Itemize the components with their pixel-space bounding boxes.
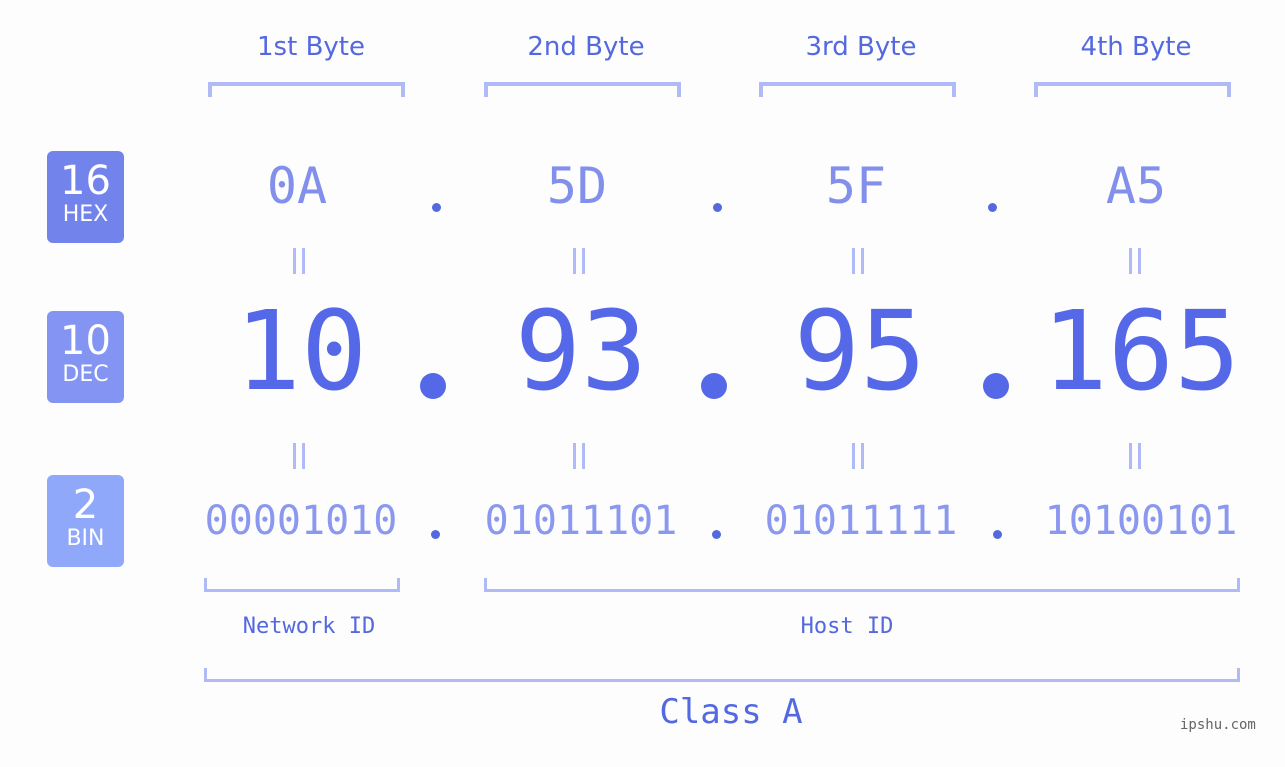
bin-badge: 2 BIN bbox=[47, 475, 124, 567]
class-bracket bbox=[204, 668, 1240, 682]
equals-icon bbox=[849, 443, 865, 469]
equals-icon bbox=[1126, 248, 1142, 274]
bin-base: 2 bbox=[72, 482, 99, 528]
network-id-bracket bbox=[204, 578, 400, 592]
dec-separator-dot bbox=[701, 373, 727, 399]
watermark: ipshu.com bbox=[1180, 717, 1256, 733]
hex-octet-2: 5D bbox=[546, 157, 608, 215]
hex-separator-dot bbox=[432, 203, 441, 212]
hex-badge: 16 HEX bbox=[47, 151, 124, 243]
byte-header-2: 2nd Byte bbox=[527, 32, 645, 62]
bin-octet-3: 01011111 bbox=[764, 498, 958, 544]
byte-header-1: 1st Byte bbox=[257, 32, 365, 62]
byte-header-3: 3rd Byte bbox=[805, 32, 917, 62]
equals-icon bbox=[849, 248, 865, 274]
bin-separator-dot bbox=[993, 530, 1002, 539]
dec-octet-3: 95 bbox=[793, 287, 927, 415]
bin-octet-4: 10100101 bbox=[1044, 498, 1238, 544]
network-id-label: Network ID bbox=[242, 614, 376, 639]
hex-octet-3: 5F bbox=[825, 157, 887, 215]
equals-icon bbox=[290, 443, 306, 469]
bin-octet-2: 01011101 bbox=[484, 498, 678, 544]
equals-icon bbox=[570, 248, 586, 274]
bin-label: BIN bbox=[66, 526, 105, 551]
hex-base: 16 bbox=[60, 158, 111, 204]
dec-badge: 10 DEC bbox=[47, 311, 124, 403]
byte-bracket-2 bbox=[484, 82, 681, 97]
ip-class-label: Class A bbox=[659, 692, 803, 732]
dec-separator-dot bbox=[983, 373, 1009, 399]
hex-label: HEX bbox=[62, 202, 109, 227]
dec-octet-1: 10 bbox=[234, 287, 368, 415]
byte-header-4: 4th Byte bbox=[1080, 32, 1192, 62]
equals-icon bbox=[1126, 443, 1142, 469]
dec-octet-2: 93 bbox=[514, 287, 648, 415]
bin-separator-dot bbox=[712, 530, 721, 539]
host-id-bracket bbox=[484, 578, 1240, 592]
hex-separator-dot bbox=[713, 203, 722, 212]
hex-separator-dot bbox=[988, 203, 997, 212]
dec-label: DEC bbox=[62, 362, 109, 387]
bin-octet-1: 00001010 bbox=[204, 498, 398, 544]
bin-separator-dot bbox=[431, 530, 440, 539]
hex-octet-4: A5 bbox=[1105, 157, 1167, 215]
equals-icon bbox=[570, 443, 586, 469]
byte-bracket-4 bbox=[1034, 82, 1231, 97]
dec-separator-dot bbox=[420, 373, 446, 399]
dec-base: 10 bbox=[60, 318, 111, 364]
equals-icon bbox=[290, 248, 306, 274]
hex-octet-1: 0A bbox=[266, 157, 328, 215]
host-id-label: Host ID bbox=[800, 614, 894, 639]
byte-bracket-1 bbox=[208, 82, 405, 97]
dec-octet-4: 165 bbox=[1041, 287, 1241, 415]
byte-bracket-3 bbox=[759, 82, 956, 97]
